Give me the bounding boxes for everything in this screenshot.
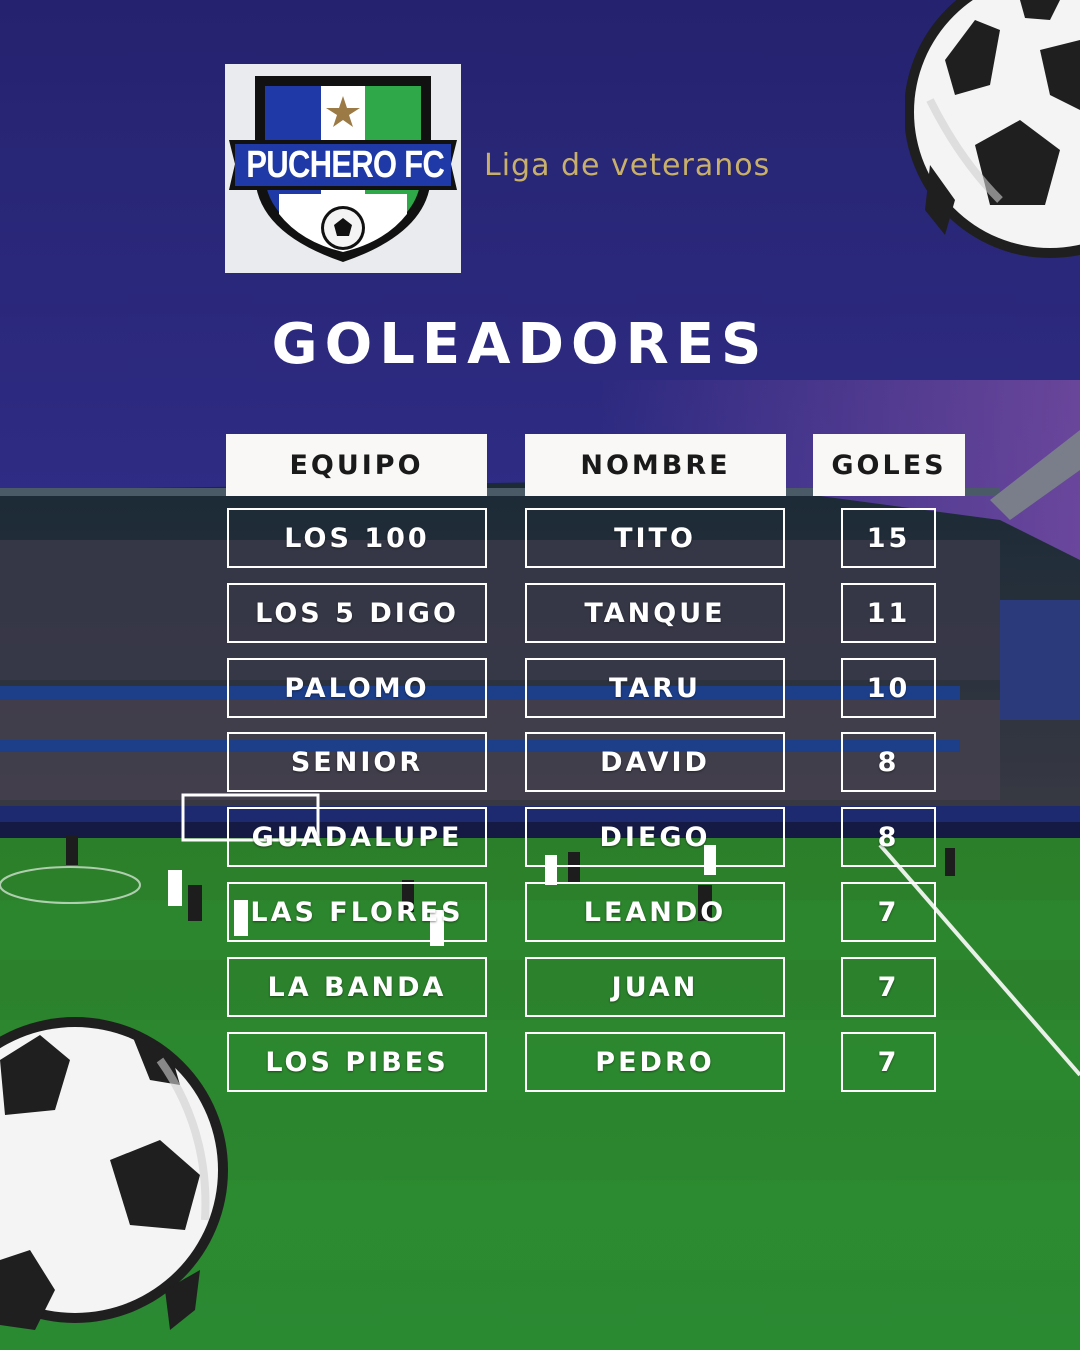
header-goals: GOLES: [813, 434, 965, 496]
player-name-cell: DIEGO: [525, 807, 785, 867]
player-name-cell: LEANDO: [525, 882, 785, 942]
subtitle: Liga de veteranos: [484, 148, 771, 183]
goals-cell: 10: [841, 658, 936, 718]
team-cell: LA BANDA: [227, 957, 487, 1017]
team-cell: GUADALUPE: [227, 807, 487, 867]
goals-cell: 11: [841, 583, 936, 643]
goals-cell: 7: [841, 882, 936, 942]
player-name-cell: TITO: [525, 508, 785, 568]
page-title: GOLEADORES: [271, 312, 769, 377]
team-cell: PALOMO: [227, 658, 487, 718]
goals-cell: 7: [841, 957, 936, 1017]
header-team: EQUIPO: [226, 434, 487, 496]
goals-cell: 15: [841, 508, 936, 568]
goals-cell: 7: [841, 1032, 936, 1092]
soccer-ball-icon: [905, 0, 1080, 258]
club-logo: PUCHERO FC: [225, 64, 461, 273]
team-cell: LOS 5 DIGO: [227, 583, 487, 643]
team-cell: LAS FLORES: [227, 882, 487, 942]
goals-cell: 8: [841, 807, 936, 867]
player-name-cell: JUAN: [525, 957, 785, 1017]
team-cell: SENIOR: [227, 732, 487, 792]
header-name: NOMBRE: [525, 434, 786, 496]
goals-cell: 8: [841, 732, 936, 792]
player-name-cell: DAVID: [525, 732, 785, 792]
player-name-cell: TANQUE: [525, 583, 785, 643]
team-cell: LOS 100: [227, 508, 487, 568]
player-name-cell: TARU: [525, 658, 785, 718]
soccer-ball-icon: [0, 1017, 228, 1330]
team-cell: LOS PIBES: [227, 1032, 487, 1092]
player-name-cell: PEDRO: [525, 1032, 785, 1092]
logo-text: PUCHERO FC: [246, 144, 445, 186]
